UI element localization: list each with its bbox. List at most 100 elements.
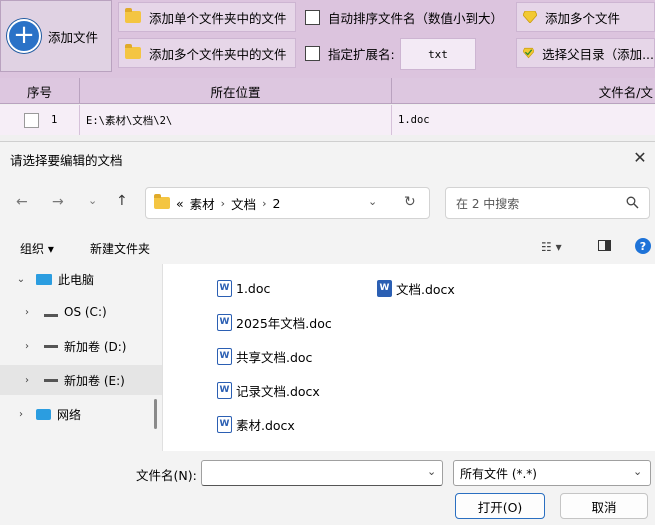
file-item[interactable]: W 1.doc bbox=[217, 278, 270, 298]
file-item[interactable]: W 共享文档.doc bbox=[217, 346, 312, 366]
chevron-right-icon: › bbox=[262, 196, 267, 210]
word-docx-icon: W bbox=[377, 279, 392, 297]
back-arrow-icon[interactable]: ← bbox=[16, 194, 28, 210]
file-item[interactable]: W 素材.docx bbox=[217, 414, 295, 434]
column-header-location[interactable]: 所在位置 bbox=[80, 78, 392, 104]
add-single-folder-button[interactable]: 添加单个文件夹中的文件 bbox=[118, 2, 296, 32]
refresh-icon[interactable]: ↻ bbox=[404, 194, 416, 210]
tree-label: OS (C:) bbox=[64, 305, 107, 319]
filename-label: 文件名(N): bbox=[136, 468, 197, 483]
add-multi-folder-button[interactable]: 添加多个文件夹中的文件 bbox=[118, 38, 296, 68]
tree-item-drive-c[interactable]: › OS (C:) bbox=[0, 297, 162, 327]
file-type-select[interactable]: 所有文件 (*.*) bbox=[453, 460, 651, 486]
organize-menu[interactable]: 组织 ▾ bbox=[20, 240, 54, 257]
drive-icon bbox=[44, 378, 58, 382]
checkbox-box[interactable] bbox=[305, 9, 320, 25]
address-dropdown-icon[interactable]: ⌄ bbox=[368, 195, 377, 208]
checkbox-box[interactable] bbox=[305, 45, 320, 61]
auto-sort-checkbox[interactable]: 自动排序文件名（数值小到大） bbox=[298, 2, 510, 32]
filename-section: 文件名(N): ⌄ 所有文件 (*.*) ⌄ 打开(O) 取消 bbox=[0, 451, 655, 525]
auto-sort-label: 自动排序文件名（数值小到大） bbox=[328, 10, 504, 26]
table-row[interactable]: 1 E:\素材\文档\2\ 1.doc bbox=[0, 105, 655, 135]
column-header-index[interactable]: 序号 bbox=[0, 78, 80, 104]
row-location: E:\素材\文档\2\ bbox=[80, 105, 392, 135]
folder-icon bbox=[125, 44, 141, 59]
chevron-right-icon[interactable]: › bbox=[20, 341, 34, 352]
tree-label: 网络 bbox=[57, 407, 82, 422]
tree-item-drive-e[interactable]: › 新加卷 (E:) bbox=[0, 365, 162, 395]
ext-input[interactable]: txt bbox=[400, 38, 476, 70]
choose-parent-button[interactable]: 选择父目录（添加... bbox=[516, 38, 655, 68]
breadcrumb-segment[interactable]: 素材 bbox=[190, 194, 215, 213]
up-arrow-icon[interactable]: ↑ bbox=[116, 193, 128, 209]
drive-icon bbox=[44, 344, 58, 348]
word-doc-icon: W bbox=[217, 313, 232, 331]
tree-item-network[interactable]: › 网络 bbox=[0, 399, 162, 429]
breadcrumb-overflow[interactable]: « bbox=[176, 196, 184, 211]
close-icon[interactable]: ✕ bbox=[629, 146, 651, 168]
file-item[interactable]: W 文档.docx bbox=[377, 278, 455, 298]
tree-item-this-pc[interactable]: ⌄ 此电脑 bbox=[0, 264, 162, 294]
specify-ext-label: 指定扩展名: bbox=[328, 46, 395, 62]
search-placeholder: 在 2 中搜索 bbox=[456, 196, 520, 211]
row-index-cell: 1 bbox=[0, 105, 80, 135]
file-name: 共享文档.doc bbox=[236, 349, 313, 365]
filename-dropdown-icon[interactable]: ⌄ bbox=[427, 465, 436, 478]
search-input[interactable]: 在 2 中搜索 bbox=[445, 187, 650, 219]
forward-arrow-icon[interactable]: → bbox=[52, 194, 64, 210]
preview-pane-icon[interactable] bbox=[598, 240, 611, 251]
breadcrumb-segment[interactable]: 文档 bbox=[231, 194, 256, 213]
row-index: 1 bbox=[51, 114, 58, 126]
chevron-down-icon[interactable]: ⌄ bbox=[14, 274, 28, 285]
network-icon bbox=[36, 408, 51, 420]
word-doc-icon: W bbox=[217, 415, 232, 433]
tree-label: 新加卷 (E:) bbox=[64, 373, 125, 388]
add-file-label: 添加文件 bbox=[48, 29, 99, 45]
file-name: 记录文档.docx bbox=[236, 383, 320, 399]
file-type-dropdown-icon[interactable]: ⌄ bbox=[633, 465, 642, 478]
view-options-icon[interactable]: ☷ ▾ bbox=[541, 240, 562, 254]
chevron-right-icon[interactable]: › bbox=[20, 375, 34, 386]
recent-chevron-icon[interactable]: ⌄ bbox=[88, 194, 97, 207]
gem-check-icon bbox=[523, 47, 535, 59]
folder-icon bbox=[154, 194, 170, 209]
plus-icon: + bbox=[7, 19, 41, 53]
column-header-filename[interactable]: 文件名/文 bbox=[392, 78, 655, 104]
new-folder-button[interactable]: 新建文件夹 bbox=[90, 240, 150, 257]
file-item[interactable]: W 记录文档.docx bbox=[217, 380, 320, 400]
folder-icon bbox=[125, 8, 141, 23]
row-checkbox[interactable] bbox=[24, 112, 39, 128]
search-icon bbox=[626, 196, 639, 209]
row-filename: 1.doc bbox=[398, 114, 430, 126]
tree-item-drive-d[interactable]: › 新加卷 (D:) bbox=[0, 331, 162, 361]
add-file-button[interactable]: + 添加文件 bbox=[0, 0, 112, 72]
file-name: 2025年文档.doc bbox=[236, 315, 332, 331]
chevron-right-icon[interactable]: › bbox=[20, 307, 34, 318]
cancel-button[interactable]: 取消 bbox=[560, 493, 648, 519]
computer-icon bbox=[36, 273, 52, 285]
address-bar[interactable]: « 素材 › 文档 › 2 bbox=[145, 187, 430, 219]
add-single-folder-label: 添加单个文件夹中的文件 bbox=[149, 10, 287, 26]
add-multi-file-label: 添加多个文件 bbox=[545, 10, 621, 26]
help-icon[interactable]: ? bbox=[635, 238, 651, 254]
word-doc-icon: W bbox=[217, 381, 232, 399]
breadcrumb-segment[interactable]: 2 bbox=[273, 196, 281, 211]
add-multi-folder-label: 添加多个文件夹中的文件 bbox=[149, 46, 287, 62]
add-multi-file-button[interactable]: 添加多个文件 bbox=[516, 2, 655, 32]
gem-icon bbox=[523, 11, 537, 23]
file-name: 1.doc bbox=[236, 280, 271, 296]
dialog-title: 请选择要编辑的文档 bbox=[10, 153, 123, 168]
open-file-dialog: 请选择要编辑的文档 ✕ ← → ⌄ ↑ « 素材 › 文档 › 2 ⌄ ↻ 在 … bbox=[0, 141, 655, 525]
filename-input[interactable] bbox=[201, 460, 443, 486]
navigation-pane: ⌄ 此电脑 › OS (C:) › 新加卷 (D:) › 新加卷 (E:) › … bbox=[0, 264, 163, 451]
choose-parent-label: 选择父目录（添加... bbox=[542, 46, 654, 62]
specify-ext-checkbox[interactable]: 指定扩展名: bbox=[298, 38, 398, 68]
word-doc-icon: W bbox=[217, 347, 232, 365]
file-item[interactable]: W 2025年文档.doc bbox=[217, 312, 332, 332]
file-list: W 1.doc W 2025年文档.doc W 共享文档.doc W 记录文档.… bbox=[163, 264, 655, 451]
open-button[interactable]: 打开(O) bbox=[455, 493, 545, 519]
word-doc-icon: W bbox=[217, 279, 232, 297]
chevron-right-icon[interactable]: › bbox=[14, 409, 28, 420]
nav-scrollbar[interactable] bbox=[154, 399, 157, 429]
file-type-value: 所有文件 (*.*) bbox=[460, 466, 537, 481]
